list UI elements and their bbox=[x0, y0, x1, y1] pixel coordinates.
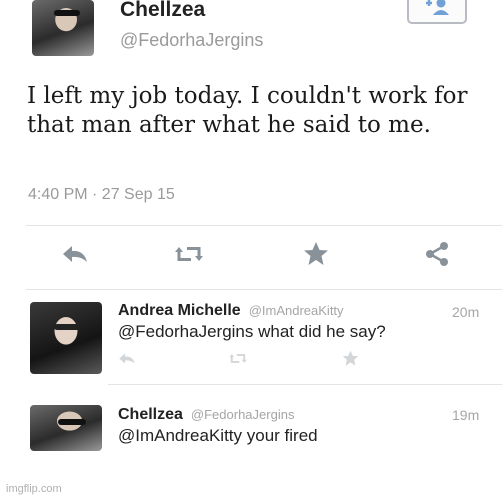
add-user-icon bbox=[422, 0, 452, 22]
divider bbox=[108, 384, 502, 385]
reply-icon bbox=[61, 244, 89, 269]
reply-author-handle[interactable]: @FedorhaJergins bbox=[191, 407, 295, 422]
reply-author-name[interactable]: Andrea Michelle bbox=[118, 302, 241, 319]
reply-button[interactable] bbox=[118, 352, 136, 370]
retweet-icon bbox=[228, 352, 248, 369]
reply-text: @FedorhaJergins what did he say? bbox=[118, 322, 386, 341]
retweet-button[interactable] bbox=[172, 244, 206, 268]
reply-author-line: Andrea Michelle @ImAndreaKitty bbox=[118, 302, 344, 320]
favorite-icon bbox=[342, 350, 359, 371]
reply-time[interactable]: 20m bbox=[452, 304, 479, 320]
share-button[interactable] bbox=[422, 241, 452, 272]
author-avatar[interactable] bbox=[32, 0, 94, 56]
reply-icon bbox=[118, 352, 136, 369]
tweet-text: I left my job today. I couldn't work for… bbox=[27, 83, 468, 138]
follow-button[interactable] bbox=[407, 0, 467, 24]
favorite-button[interactable] bbox=[300, 241, 332, 272]
reply-author-line: Chellzea @FedorhaJergins bbox=[118, 406, 294, 424]
divider bbox=[26, 225, 502, 226]
share-icon bbox=[424, 241, 450, 272]
reply-avatar[interactable] bbox=[30, 302, 102, 374]
reply-button[interactable] bbox=[58, 244, 92, 268]
author-name[interactable]: Chellzea bbox=[120, 0, 205, 22]
reply-time[interactable]: 19m bbox=[452, 407, 479, 423]
favorite-icon bbox=[303, 241, 329, 272]
watermark: imgflip.com bbox=[6, 483, 62, 495]
retweet-button[interactable] bbox=[228, 352, 248, 370]
reply-author-handle[interactable]: @ImAndreaKitty bbox=[249, 303, 344, 318]
tweet-timestamp[interactable]: 4:40 PM · 27 Sep 15 bbox=[28, 186, 175, 204]
reply-text: @ImAndreaKitty your fired bbox=[118, 426, 318, 445]
retweet-icon bbox=[173, 244, 205, 269]
reply-author-name[interactable]: Chellzea bbox=[118, 406, 183, 423]
reply-avatar[interactable] bbox=[30, 405, 102, 451]
author-handle[interactable]: @FedorhaJergins bbox=[120, 30, 263, 51]
divider bbox=[26, 289, 502, 290]
favorite-button[interactable] bbox=[342, 350, 359, 372]
